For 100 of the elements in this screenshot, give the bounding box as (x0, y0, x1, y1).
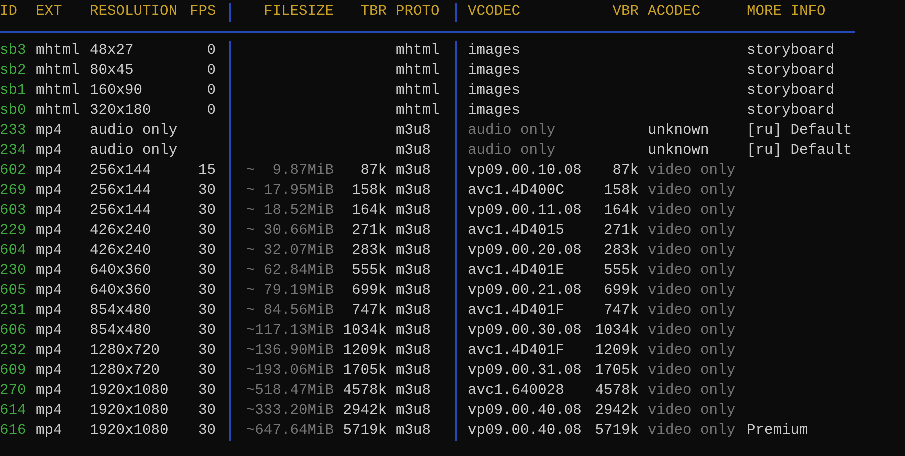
table-cell-text: 603 (0, 202, 28, 221)
table-cell-text: 269 (0, 182, 28, 201)
table-cell-text: 234 (0, 142, 28, 161)
table-cell-text: vp09.00.40.08 (468, 402, 583, 421)
table-cell-text: mp4 (36, 302, 64, 321)
table-cell-text: 30 (197, 302, 216, 321)
table-cell-text: 1209k (594, 342, 639, 361)
table-cell-text: 87k (612, 162, 639, 181)
table-cell-text: 5719k (594, 422, 639, 441)
table-cell-text: 0 (206, 62, 216, 81)
column-header: FPS (190, 3, 216, 22)
table-cell-text: storyboard (747, 62, 836, 81)
table-cell-text: 30 (197, 382, 216, 401)
table-cell-text: 1034k (342, 322, 387, 341)
table-cell-text: mp4 (36, 142, 64, 161)
table-cell-text: 30 (197, 402, 216, 421)
table-cell-text: ~518.47MiB (245, 382, 334, 401)
table-cell-text: mp4 (36, 222, 64, 241)
table-cell-text: mp4 (36, 422, 64, 441)
table-cell-text: vp09.00.11.08 (468, 202, 583, 221)
table-cell-text: 283k (602, 242, 639, 261)
table-cell-text: 616 (0, 422, 28, 441)
column-header: VBR (612, 3, 639, 22)
table-cell-text: m3u8 (396, 242, 432, 261)
table-cell-text: sb2 (0, 62, 28, 81)
table-cell-text: avc1.4D401E (468, 262, 566, 281)
table-cell-text: 230 (0, 262, 28, 281)
table-cell-text: ~ 62.84MiB (245, 262, 334, 281)
table-cell-text: sb0 (0, 102, 28, 121)
table-cell-text: sb1 (0, 82, 28, 101)
table-cell-text: mhtml (36, 62, 81, 81)
table-cell-text: 640x360 (90, 262, 152, 281)
table-cell-text: 747k (602, 302, 639, 321)
table-cell-text: 231 (0, 302, 28, 321)
table-cell-text: audio only (468, 142, 557, 161)
table-cell-text: 158k (602, 182, 639, 201)
table-cell-text: video only (648, 262, 737, 281)
table-cell-text: ~117.13MiB (245, 322, 334, 341)
table-cell-text: mp4 (36, 362, 64, 381)
table-cell-text: ~ 32.07MiB (245, 242, 334, 261)
column-header: ACODEC (648, 3, 702, 22)
table-cell-text: 2942k (342, 402, 387, 421)
table-cell-text: audio only (90, 122, 179, 141)
table-cell-text: video only (648, 222, 737, 241)
table-cell-text: images (468, 42, 522, 61)
table-cell-text: 164k (602, 202, 639, 221)
table-cell-text: 30 (197, 202, 216, 221)
table-cell-text: 4578k (594, 382, 639, 401)
table-cell-text: 699k (602, 282, 639, 301)
table-cell-text: ~647.64MiB (245, 422, 334, 441)
table-cell-text: ~193.06MiB (245, 362, 334, 381)
table-cell-text: mp4 (36, 282, 64, 301)
table-cell-text: 0 (206, 82, 216, 101)
table-cell-text: mhtml (36, 102, 81, 121)
table-cell-text: [ru] Default (747, 122, 854, 141)
table-cell-text: 1209k (342, 342, 387, 361)
table-cell-text: 30 (197, 222, 216, 241)
table-cell-text: 30 (197, 282, 216, 301)
table-cell-text: 4578k (342, 382, 387, 401)
table-cell-text: 158k (350, 182, 387, 201)
table-cell-text: 604 (0, 242, 28, 261)
table-cell-text: 87k (360, 162, 387, 181)
table-cell-text: video only (648, 402, 737, 421)
table-cell-text: 699k (350, 282, 387, 301)
table-cell-text: ~333.20MiB (245, 402, 334, 421)
table-cell-text: 160x90 (90, 82, 144, 101)
table-cell-text: 229 (0, 222, 28, 241)
table-cell-text: 5719k (342, 422, 387, 441)
table-cell-text: m3u8 (396, 222, 432, 241)
table-cell-text: 426x240 (90, 242, 152, 261)
table-cell-text: 164k (350, 202, 387, 221)
table-cell-text: 271k (602, 222, 639, 241)
table-cell-text: mp4 (36, 202, 64, 221)
column-header: PROTO (396, 3, 441, 22)
table-cell-text: 30 (197, 342, 216, 361)
table-cell-text: mhtml (36, 42, 81, 61)
table-cell-text: storyboard (747, 42, 836, 61)
table-cell-text: 1920x1080 (90, 402, 170, 421)
table-cell-text: 15 (197, 162, 216, 181)
table-cell-text: 854x480 (90, 302, 152, 321)
table-cell-text: 233 (0, 122, 28, 141)
table-cell-text: 256x144 (90, 162, 152, 181)
table-cell-text: m3u8 (396, 142, 432, 161)
table-cell-text: vp09.00.30.08 (468, 322, 583, 341)
table-cell-text: 1705k (594, 362, 639, 381)
table-cell-text: mhtml (396, 42, 441, 61)
table-cell-text: 606 (0, 322, 28, 341)
table-cell-text: mhtml (396, 102, 441, 121)
table-cell-text: ~ 79.19MiB (245, 282, 334, 301)
table-cell-text: 283k (350, 242, 387, 261)
table-cell-text: m3u8 (396, 262, 432, 281)
table-cell-text: Premium (747, 422, 810, 441)
table-cell-text: 80x45 (90, 62, 135, 81)
table-cell-text: video only (648, 362, 737, 381)
column-header: MORE INFO (747, 3, 827, 22)
table-cell-text: avc1.4D400C (468, 182, 566, 201)
column-header: FILESIZE (262, 3, 334, 22)
table-cell-text: 48x27 (90, 42, 135, 61)
table-cell-text: mp4 (36, 182, 64, 201)
table-cell-text: avc1.4D401F (468, 342, 566, 361)
